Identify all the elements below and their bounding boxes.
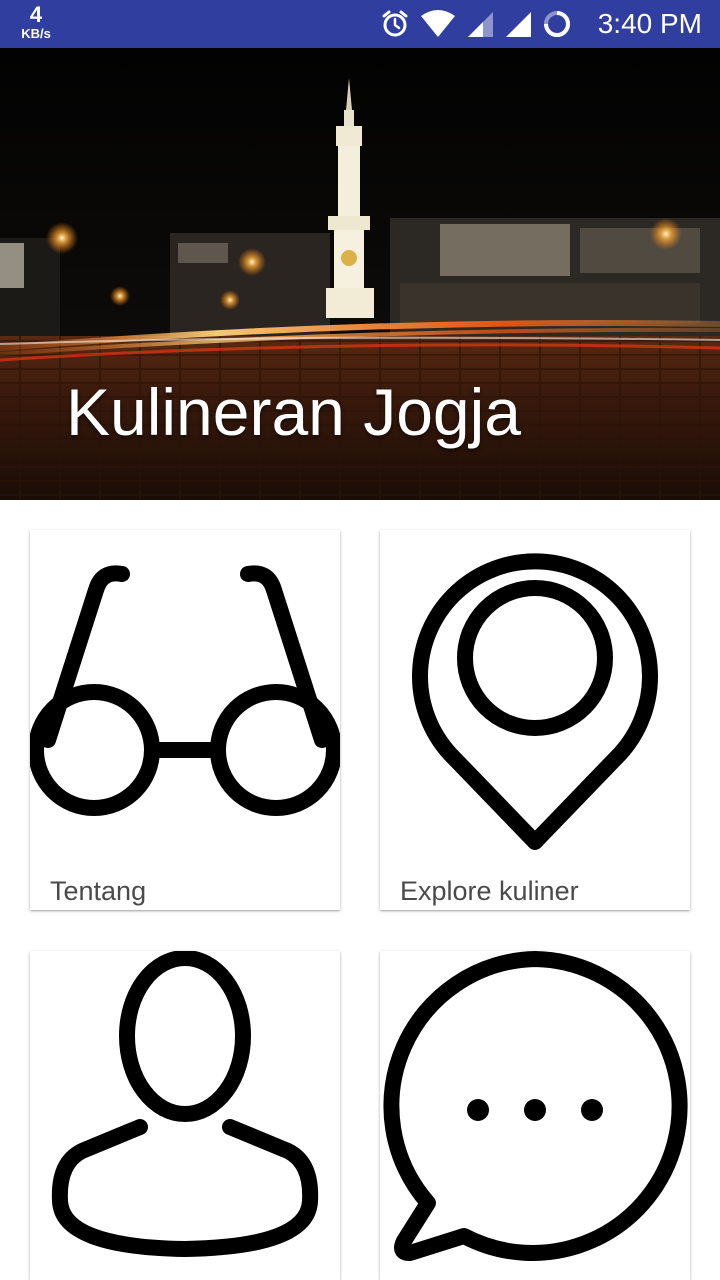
app-title: Kulineran Jogja [66,375,521,449]
signal-icon [504,10,532,38]
menu-label-tentang: Tentang [50,876,147,906]
status-time: 3:40 PM [597,8,702,39]
map-pin-icon [412,553,658,850]
signal-icon [466,10,494,38]
user-icon [51,951,319,1257]
menu-card-chat[interactable] [380,951,690,1280]
glasses-icon [30,565,340,816]
header-banner: Kulineran Jogja [0,48,720,500]
network-speed-value: 4 [29,2,43,27]
menu-card-profile[interactable] [30,951,340,1280]
menu-card-explore-kuliner[interactable]: Explore kuliner [380,530,690,910]
loading-ring-icon [542,9,572,39]
menu-label-explore-kuliner: Explore kuliner [400,876,579,906]
menu-card-tentang[interactable]: Tentang [30,530,340,910]
alarm-icon [380,9,410,39]
network-speed: 4 KB/s [16,2,56,41]
status-icons [380,8,572,40]
network-speed-unit: KB/s [21,26,51,41]
status-bar: 4 KB/s 3:40 PM [0,0,720,48]
chat-bubble-icon [383,951,688,1261]
wifi-icon [420,10,456,38]
